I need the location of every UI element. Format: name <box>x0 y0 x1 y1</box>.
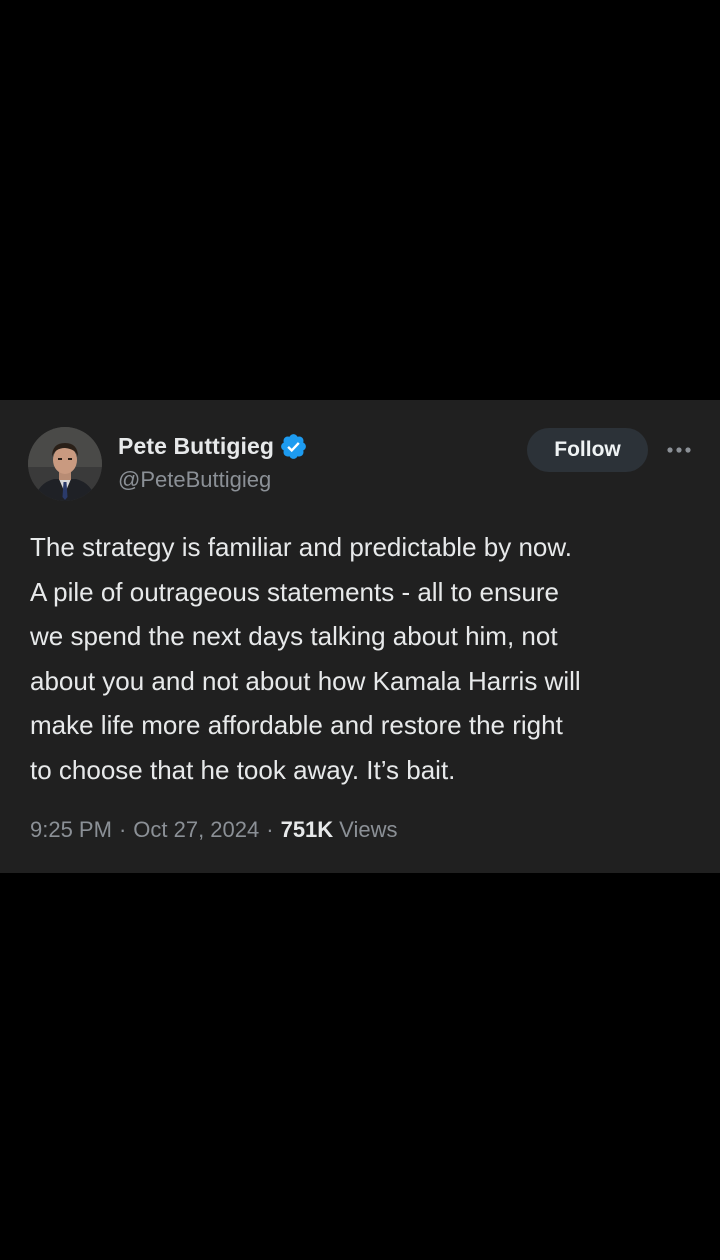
tweet-text-line: about you and not about how Kamala Harri… <box>30 665 581 696</box>
tweet-text-line: A pile of outrageous statements - all to… <box>30 576 559 607</box>
tweet-text-line: make life more affordable and restore th… <box>30 710 563 740</box>
meta-separator: · <box>266 817 274 842</box>
meta-separator: · <box>118 817 127 842</box>
views-count: 751K <box>280 817 334 842</box>
tweet-text: The strategy is familiar and predictable… <box>30 525 700 792</box>
tweet-text-line: we spend the next days talking about him… <box>30 621 558 651</box>
tweet-date[interactable]: Oct 27, 2024 <box>133 817 259 843</box>
views-label: Views <box>339 817 398 842</box>
author-handle[interactable]: @PeteButtigieg <box>118 467 271 493</box>
tweet-meta: 9:25 PM · Oct 27, 2024 · 751K Views <box>30 814 397 846</box>
tweet-text-line: to choose that he took away. It’s bait. <box>30 754 456 785</box>
display-name[interactable]: Pete Buttigieg <box>118 433 274 460</box>
avatar[interactable] <box>28 427 102 501</box>
follow-button[interactable]: Follow <box>527 428 648 472</box>
tweet-card: Pete Buttigieg @PeteButtigieg Follow The… <box>0 400 720 873</box>
more-options-button[interactable] <box>662 434 696 466</box>
tweet-text-line: The strategy is familiar and predictable… <box>30 532 572 562</box>
verified-badge-icon <box>279 432 308 461</box>
tweet-time[interactable]: 9:25 PM <box>30 817 112 843</box>
author-name-row: Pete Buttigieg <box>118 430 308 462</box>
ellipsis-horizontal-icon <box>667 447 691 453</box>
avatar-image <box>28 427 102 501</box>
